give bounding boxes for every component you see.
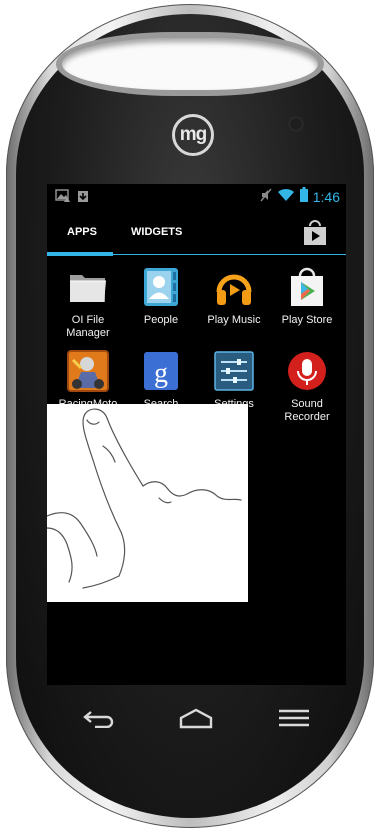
- folder-icon: [67, 266, 109, 308]
- tab-bar: APPS WIDGETS: [47, 210, 346, 256]
- back-button[interactable]: [74, 700, 122, 736]
- settings-sliders-icon: [213, 350, 255, 392]
- brand-logo: mg: [172, 114, 214, 156]
- navigation-bar: [0, 700, 380, 740]
- play-store-icon: [304, 220, 326, 245]
- image-notification-icon: [55, 189, 71, 208]
- app-label: People: [143, 314, 179, 326]
- app-oi-file-manager[interactable]: OI File Manager: [51, 266, 125, 340]
- google-search-icon: g: [140, 350, 182, 392]
- contacts-icon: [140, 266, 182, 308]
- home-icon: [179, 708, 213, 729]
- tab-apps[interactable]: APPS: [67, 226, 97, 238]
- shopping-bag-icon: [286, 266, 328, 308]
- microphone-icon: [286, 350, 328, 392]
- recent-apps-icon: [279, 709, 309, 727]
- app-label: Sound Recorder: [284, 398, 330, 423]
- home-button[interactable]: [172, 700, 220, 736]
- app-search[interactable]: g Search: [124, 350, 198, 411]
- clock: 1:46: [312, 189, 340, 205]
- mute-icon: [260, 188, 272, 207]
- app-racingmoto[interactable]: RacingMoto: [51, 350, 125, 411]
- racing-game-icon: [67, 350, 109, 392]
- download-notification-icon: [77, 189, 89, 208]
- headphones-icon: [213, 266, 255, 308]
- back-icon: [83, 711, 114, 728]
- app-sound-recorder[interactable]: Sound Recorder: [270, 350, 344, 424]
- app-play-music[interactable]: Play Music: [197, 266, 271, 327]
- svg-text:g: g: [154, 358, 168, 389]
- app-label: OI File Manager: [66, 314, 110, 339]
- device-handle-slot: [62, 38, 318, 90]
- battery-icon: [299, 187, 308, 207]
- app-label: Play Music: [207, 314, 261, 326]
- app-play-store[interactable]: Play Store: [270, 266, 344, 327]
- app-settings[interactable]: Settings: [197, 350, 271, 411]
- tab-widgets[interactable]: WIDGETS: [131, 226, 182, 238]
- wifi-icon: [277, 188, 295, 207]
- front-camera: [290, 118, 302, 130]
- app-label: Play Store: [281, 314, 333, 326]
- app-people[interactable]: People: [124, 266, 198, 327]
- tap-gesture-hand-icon: [46, 408, 242, 589]
- recent-apps-button[interactable]: [270, 700, 318, 736]
- play-store-button[interactable]: [302, 220, 328, 246]
- status-bar: 1:46: [47, 184, 346, 210]
- gesture-overlay: [46, 404, 248, 602]
- tab-selected-indicator: [47, 252, 113, 256]
